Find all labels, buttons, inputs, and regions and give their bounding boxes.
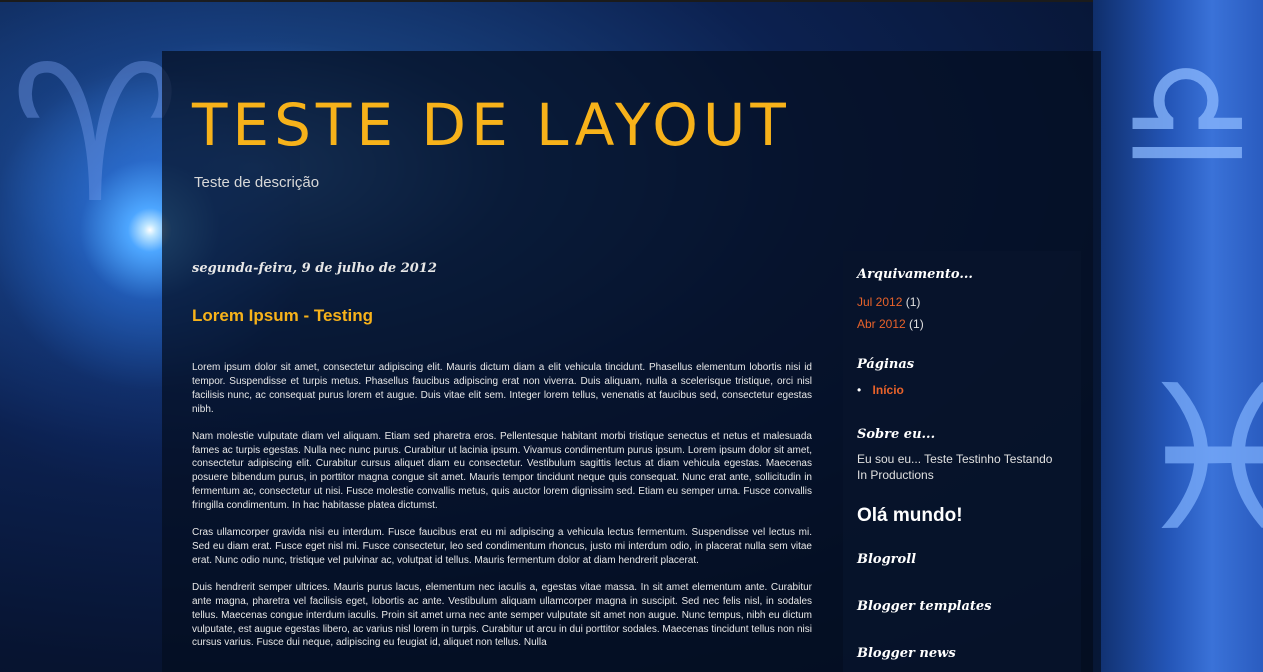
hello-heading: Olá mundo! bbox=[857, 505, 963, 526]
archive-link[interactable]: Jul 2012 bbox=[857, 295, 902, 309]
blog-description: Teste de descrição bbox=[194, 174, 320, 191]
post-title[interactable]: Lorem Ipsum - Testing bbox=[192, 306, 373, 326]
about-text: Eu sou eu... Teste Testinho Testando In … bbox=[857, 452, 1053, 482]
blog-container: Teste de Layout Teste de descrição segun… bbox=[162, 51, 1101, 672]
templates-widget-title: Blogger templates bbox=[857, 599, 992, 614]
archive-link[interactable]: Abr 2012 bbox=[857, 317, 906, 331]
aries-icon: ♈ bbox=[10, 24, 181, 245]
post-paragraph: Duis hendrerit semper ultrices. Mauris p… bbox=[192, 581, 812, 649]
bullet-icon: • bbox=[857, 383, 862, 397]
archive-widget-title: Arquivamento... bbox=[857, 267, 973, 282]
top-border bbox=[0, 0, 1263, 2]
blog-title[interactable]: Teste de Layout bbox=[192, 91, 791, 159]
libra-icon: ♎ bbox=[1120, 28, 1255, 202]
archive-item: Jul 2012 (1) bbox=[857, 295, 920, 309]
sidebar: Arquivamento... Jul 2012 (1) Abr 2012 (1… bbox=[843, 251, 1081, 672]
post-paragraph: Nam molestie vulputate diam vel aliquam.… bbox=[192, 430, 812, 512]
post-date: segunda-feira, 9 de julho de 2012 bbox=[192, 261, 437, 276]
archive-item: Abr 2012 (1) bbox=[857, 317, 924, 331]
archive-count: (1) bbox=[909, 317, 924, 331]
main-column: segunda-feira, 9 de julho de 2012 Lorem … bbox=[192, 261, 812, 648]
post-paragraph: Cras ullamcorper gravida nisi eu interdu… bbox=[192, 527, 812, 566]
news-widget-title: Blogger news bbox=[857, 646, 956, 661]
page-link-home[interactable]: Início bbox=[873, 383, 904, 397]
page-item: • Início bbox=[857, 383, 904, 397]
right-backdrop bbox=[1093, 0, 1263, 672]
pages-widget-title: Páginas bbox=[857, 357, 915, 372]
post-paragraph: Lorem ipsum dolor sit amet, consectetur … bbox=[192, 362, 812, 415]
pisces-icon: ♓ bbox=[1130, 343, 1263, 576]
post-body: Lorem ipsum dolor sit amet, consectetur … bbox=[192, 361, 812, 663]
archive-count: (1) bbox=[905, 295, 921, 309]
blogroll-widget-title: Blogroll bbox=[857, 552, 917, 567]
about-widget-title: Sobre eu... bbox=[857, 427, 936, 442]
